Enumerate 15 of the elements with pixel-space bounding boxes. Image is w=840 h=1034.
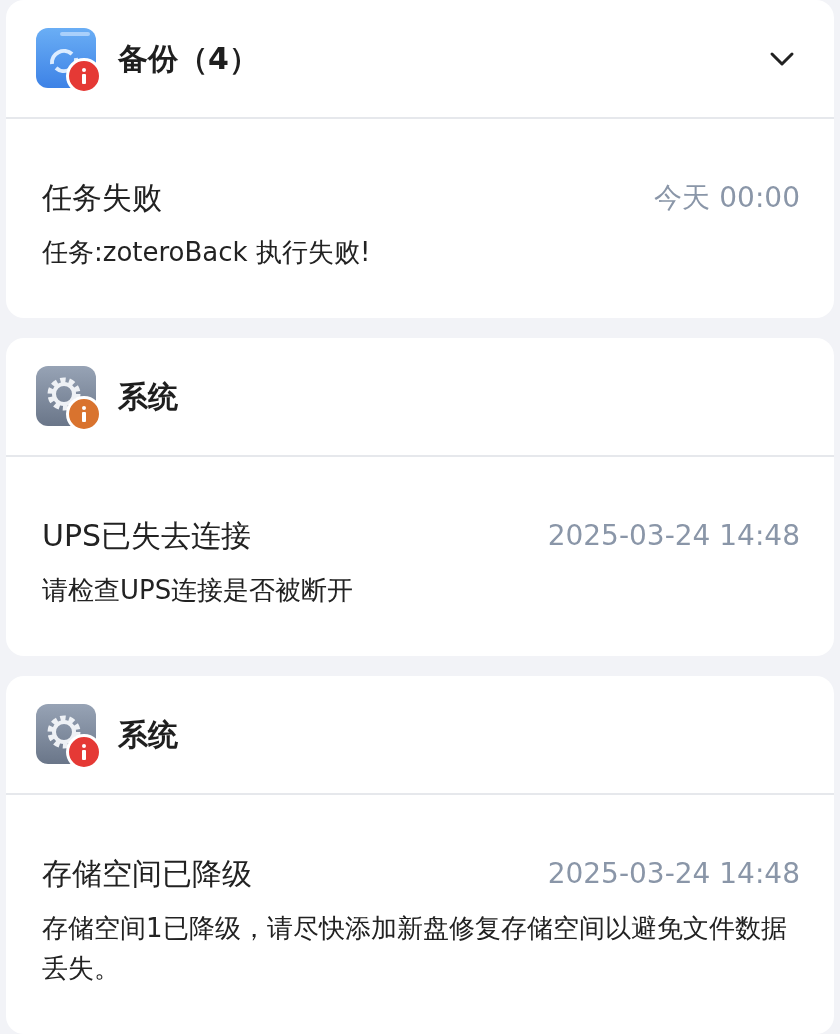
group-title: 备份（4）	[118, 40, 259, 78]
group-title: 系统	[118, 716, 178, 754]
notification-item[interactable]: 存储空间已降级 2025-03-24 14:48 存储空间1已降级，请尽快添加新盘修复存储空间以避免文件数据丢失。	[6, 795, 834, 1034]
notification-title: 存储空间已降级	[42, 855, 252, 893]
notification-message: 请检查UPS连接是否被断开	[42, 574, 355, 607]
notification-time: 2025-03-24 14:48	[547, 517, 800, 554]
notification-item[interactable]: UPS已失去连接 2025-03-24 14:48 请检查UPS连接是否被断开	[6, 457, 834, 656]
notification-message: 存储空间1已降级，请尽快添加新盘修复存储空间以避免文件数据丢失。	[42, 912, 787, 985]
notification-time: 2025-03-24 14:48	[547, 855, 800, 892]
notification-title: UPS已失去连接	[42, 517, 252, 555]
notification-title: 任务失败	[42, 179, 162, 217]
notification-message: 任务:zoteroBack 执行失败!	[42, 236, 372, 269]
notification-time: 今天 00:00	[654, 179, 800, 216]
notification-item[interactable]: 任务失败 今天 00:00 任务:zoteroBack 执行失败!	[6, 119, 834, 318]
group-title: 系统	[118, 378, 178, 416]
